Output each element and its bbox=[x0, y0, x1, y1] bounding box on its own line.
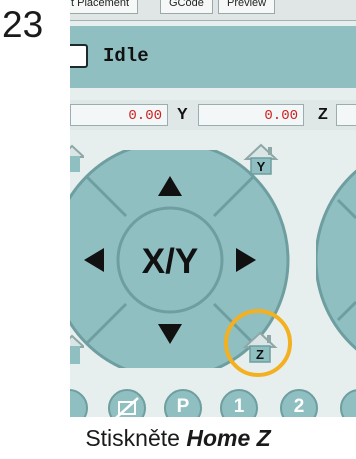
caption-emphasis: Home Z bbox=[186, 425, 271, 451]
xy-center-button[interactable]: X/Y bbox=[142, 242, 198, 281]
tab-placement[interactable]: t Placement bbox=[70, 0, 139, 14]
coordinate-row: 0.00 Y 0.00 Z bbox=[70, 100, 356, 130]
caption-prefix: Stiskněte bbox=[85, 425, 187, 451]
home-z-highlight-circle bbox=[224, 309, 292, 377]
y-axis-label: Y bbox=[177, 106, 188, 123]
x-coordinate-field[interactable]: 0.00 bbox=[70, 104, 168, 126]
position-2-button[interactable]: 2 bbox=[280, 389, 318, 417]
bottom-button-1[interactable] bbox=[70, 389, 88, 417]
instruction-caption: Stiskněte Home Z bbox=[0, 423, 356, 453]
bottom-button-more[interactable] bbox=[340, 389, 356, 417]
z-axis-label: Z bbox=[318, 106, 328, 123]
y-coordinate-field[interactable]: 0.00 bbox=[198, 104, 304, 126]
no-entry-icon bbox=[115, 397, 139, 417]
status-text: Idle bbox=[103, 45, 149, 67]
z-coordinate-field[interactable] bbox=[336, 104, 356, 126]
tab-bar: t Placement GCode Preview bbox=[70, 0, 356, 21]
tab-preview[interactable]: Preview bbox=[218, 0, 276, 14]
status-checkbox[interactable] bbox=[70, 44, 88, 68]
bottom-button-disabled[interactable] bbox=[108, 389, 146, 417]
app-screenshot: t Placement GCode Preview Idle 0.00 Y 0.… bbox=[70, 0, 356, 417]
status-bar: Idle bbox=[70, 26, 356, 88]
tab-gcode[interactable]: GCode bbox=[160, 0, 213, 14]
position-1-button[interactable]: 1 bbox=[220, 389, 258, 417]
z-jog-pad bbox=[316, 169, 356, 351]
park-button[interactable]: P bbox=[164, 389, 202, 417]
step-number: 23 bbox=[2, 4, 44, 45]
